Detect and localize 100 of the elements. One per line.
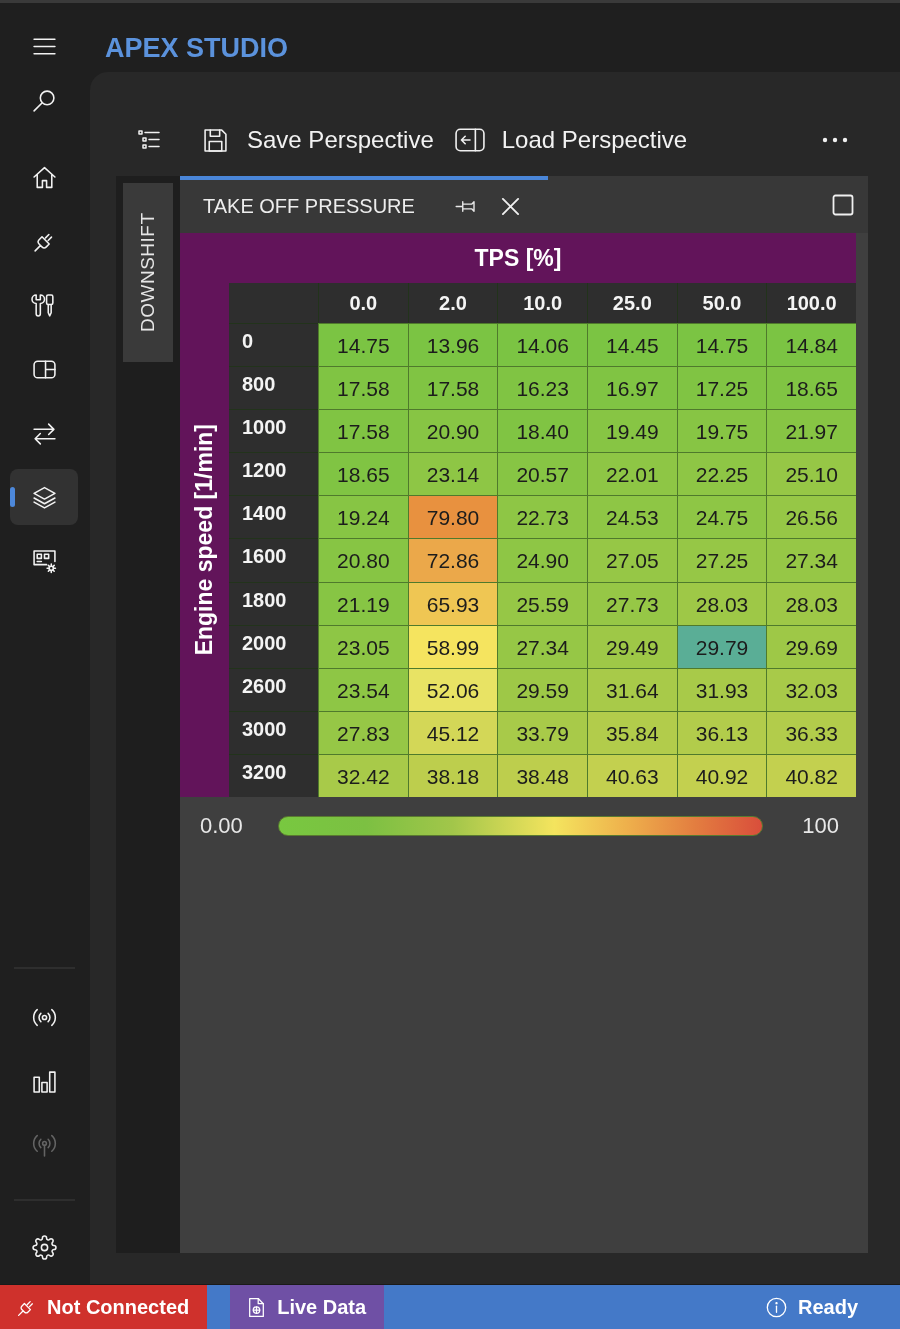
- table-cell[interactable]: 23.14: [407, 452, 498, 496]
- row-header: 3200: [229, 753, 318, 797]
- connection-status-button[interactable]: Not Connected: [0, 1285, 208, 1329]
- table-cell[interactable]: 25.10: [766, 452, 856, 496]
- side-tab[interactable]: DOWNSHIFT: [123, 183, 173, 362]
- table-cell[interactable]: 45.12: [407, 710, 498, 754]
- table-cell[interactable]: 31.64: [587, 667, 677, 711]
- table-cell[interactable]: 31.93: [676, 667, 767, 711]
- pin-icon[interactable]: [454, 199, 478, 214]
- table-cell[interactable]: 17.58: [318, 366, 408, 410]
- table-cell[interactable]: 25.59: [497, 581, 587, 625]
- table-cell[interactable]: 38.48: [497, 753, 587, 797]
- maximize-icon[interactable]: [832, 193, 854, 216]
- table-cell[interactable]: 21.97: [766, 409, 856, 453]
- table-cell[interactable]: 58.99: [407, 624, 498, 668]
- row-header: 1600: [229, 538, 318, 582]
- table-cell[interactable]: 22.25: [676, 452, 767, 496]
- row-header: 2000: [229, 624, 318, 668]
- table-cell[interactable]: 29.49: [587, 624, 677, 668]
- table-cell[interactable]: 13.96: [407, 323, 498, 367]
- table-cell[interactable]: 19.49: [587, 409, 677, 453]
- status-message: Ready: [797, 1295, 858, 1319]
- table-cell[interactable]: 19.75: [676, 409, 767, 453]
- table-cell[interactable]: 27.83: [318, 710, 408, 754]
- scale-min-label: 0.00: [200, 813, 243, 839]
- column-header: 50.0: [676, 283, 767, 323]
- table-cell[interactable]: 40.82: [766, 753, 856, 797]
- row-header: 0: [229, 323, 318, 367]
- column-header: 25.0: [587, 283, 677, 323]
- table-cell[interactable]: 16.97: [587, 366, 677, 410]
- table-cell[interactable]: 22.01: [587, 452, 677, 496]
- table-cell[interactable]: 52.06: [407, 667, 498, 711]
- scale-max-label: 100: [802, 813, 839, 839]
- info-icon: [765, 1296, 787, 1318]
- table-cell[interactable]: 27.34: [497, 624, 587, 668]
- row-header: 1400: [229, 495, 318, 539]
- column-header: 100.0: [766, 283, 856, 323]
- table-cell[interactable]: 32.03: [766, 667, 856, 711]
- table-cell[interactable]: 26.56: [766, 495, 856, 539]
- app-title: APEX STUDIO: [105, 33, 289, 64]
- table-cell[interactable]: 18.65: [766, 366, 856, 410]
- table-cell[interactable]: 29.59: [497, 667, 587, 711]
- table-cell[interactable]: 14.06: [497, 323, 587, 367]
- table-cell[interactable]: 23.54: [318, 667, 408, 711]
- table-cell[interactable]: 24.53: [587, 495, 677, 539]
- table-cell[interactable]: 14.75: [676, 323, 767, 367]
- table-cell[interactable]: 17.25: [676, 366, 767, 410]
- table-cell[interactable]: 17.58: [318, 409, 408, 453]
- table-cell[interactable]: 20.80: [318, 538, 408, 582]
- live-data-button[interactable]: Live Data: [230, 1285, 385, 1329]
- table-cell[interactable]: 72.86: [407, 538, 498, 582]
- table-cell[interactable]: 79.80: [407, 495, 498, 539]
- table-cell[interactable]: 27.25: [676, 538, 767, 582]
- table-cell[interactable]: 14.45: [587, 323, 677, 367]
- table-cell[interactable]: 36.13: [676, 710, 767, 754]
- outline-list-icon[interactable]: [137, 128, 161, 152]
- table-cell[interactable]: 32.42: [318, 753, 408, 797]
- table-cell[interactable]: 22.73: [497, 495, 587, 539]
- table-cell[interactable]: 24.75: [676, 495, 767, 539]
- row-header: 800: [229, 366, 318, 410]
- active-indicator: [10, 487, 15, 507]
- table-cell[interactable]: 24.90: [497, 538, 587, 582]
- table-cell[interactable]: 21.19: [318, 581, 408, 625]
- table-cell[interactable]: 27.05: [587, 538, 677, 582]
- table-cell[interactable]: 33.79: [497, 710, 587, 754]
- table-cell[interactable]: 40.92: [676, 753, 767, 797]
- table-cell[interactable]: 35.84: [587, 710, 677, 754]
- table-cell[interactable]: 14.75: [318, 323, 408, 367]
- table-cell[interactable]: 18.40: [497, 409, 587, 453]
- row-header: 3000: [229, 710, 318, 754]
- layers-button[interactable]: [10, 469, 78, 525]
- table-cell[interactable]: 27.73: [587, 581, 677, 625]
- table-cell[interactable]: 29.69: [766, 624, 856, 668]
- row-header: 1800: [229, 581, 318, 625]
- column-header: 2.0: [407, 283, 498, 323]
- close-icon[interactable]: [500, 197, 520, 216]
- table-cell[interactable]: 28.03: [766, 581, 856, 625]
- table-cell[interactable]: 20.57: [497, 452, 587, 496]
- column-header: 0.0: [318, 283, 408, 323]
- axis-title: TPS [%]: [474, 244, 562, 272]
- load-perspective-button[interactable]: Load Perspective: [454, 126, 688, 154]
- table-cell[interactable]: 16.23: [497, 366, 587, 410]
- more-icon[interactable]: [822, 137, 848, 143]
- table-cell[interactable]: 20.90: [407, 409, 498, 453]
- table-cell[interactable]: 18.65: [318, 452, 408, 496]
- table-cell[interactable]: 28.03: [676, 581, 767, 625]
- document-icon: [248, 1296, 266, 1318]
- table-cell[interactable]: 36.33: [766, 710, 856, 754]
- table-cell[interactable]: 27.34: [766, 538, 856, 582]
- table-cell[interactable]: 65.93: [407, 581, 498, 625]
- table-cell[interactable]: 23.05: [318, 624, 408, 668]
- table-cell[interactable]: 38.18: [407, 753, 498, 797]
- table-cell[interactable]: 17.58: [407, 366, 498, 410]
- table-cell[interactable]: 19.24: [318, 495, 408, 539]
- table-cell[interactable]: 40.63: [587, 753, 677, 797]
- row-header: 1000: [229, 409, 318, 453]
- axis-title: Engine speed [1/min]: [191, 424, 218, 656]
- table-cell[interactable]: 29.79: [676, 624, 767, 668]
- table-cell[interactable]: 14.84: [766, 323, 856, 367]
- save-perspective-button[interactable]: Save Perspective: [203, 126, 434, 154]
